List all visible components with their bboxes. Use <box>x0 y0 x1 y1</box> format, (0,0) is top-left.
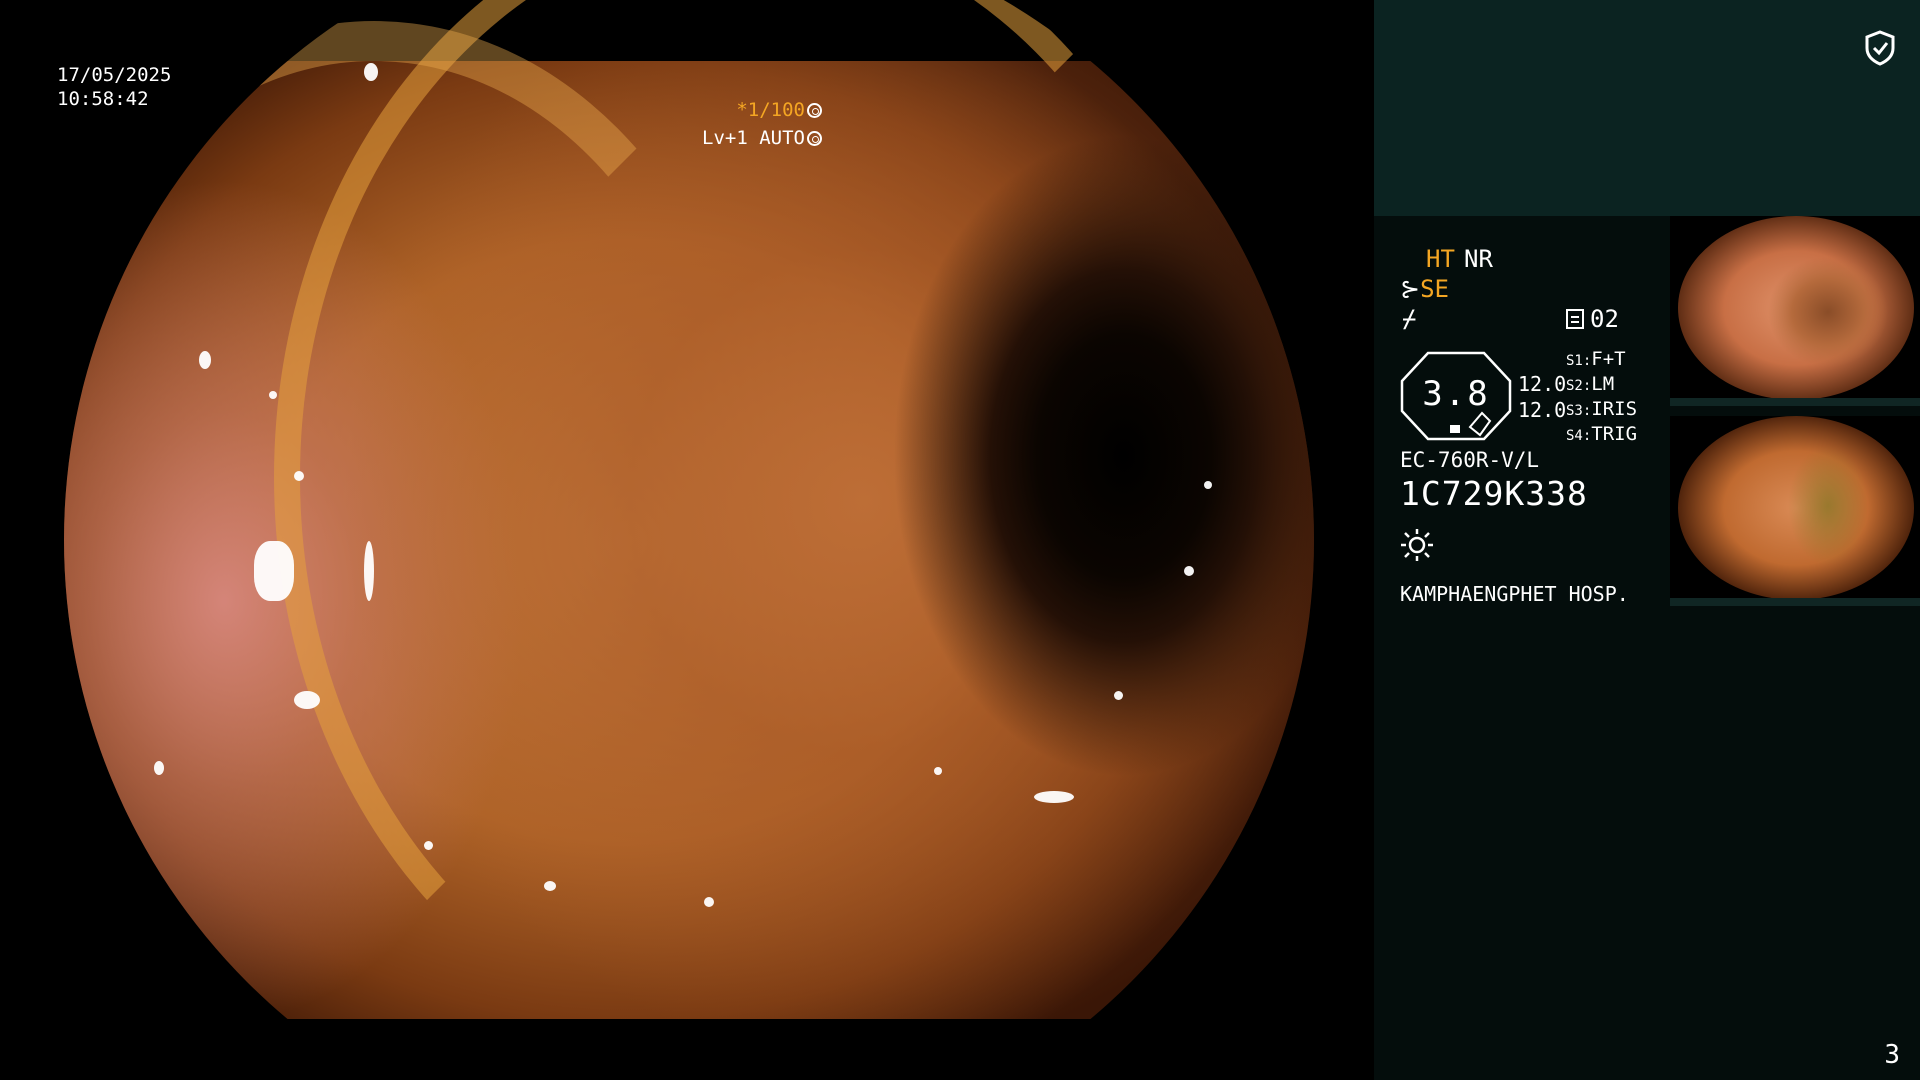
page-number: 3 <box>1884 1040 1900 1070</box>
brightness-icon <box>1401 529 1433 561</box>
switch-label: F+T <box>1591 348 1626 370</box>
capture-thumbnail[interactable] <box>1670 216 1920 406</box>
switch-id: S4 <box>1566 428 1583 444</box>
light-level-readout: Lv+1 AUTO <box>702 126 822 150</box>
reflection <box>199 351 211 369</box>
zoom-value: 3.8 <box>1422 374 1490 414</box>
info-panel: HT NR ⊱SE ⌿ 02 3.8 12.0 12.0 S1:F+T S2:L… <box>1374 0 1920 1080</box>
switch-1: S1:F+T <box>1566 348 1626 370</box>
mucosa-fold <box>64 21 764 1001</box>
reflection <box>1114 691 1123 700</box>
light-level-text: Lv+1 AUTO <box>702 127 805 149</box>
shutter-readout: *1/100 <box>736 98 822 122</box>
reflection <box>934 767 942 775</box>
shutter-value: 1/100 <box>747 99 805 121</box>
switch-id: S1 <box>1566 353 1583 369</box>
switch-label: IRIS <box>1591 398 1638 420</box>
reflection <box>1204 481 1212 489</box>
reflection <box>154 761 164 775</box>
mode-nr-label: NR <box>1464 245 1493 273</box>
switch-3: S3:IRIS <box>1566 398 1638 420</box>
thumbnail-caption-bar <box>1670 598 1920 606</box>
mode-ht-label: HT <box>1426 245 1455 273</box>
gear-icon <box>807 131 822 146</box>
thumbnail-image <box>1678 416 1914 600</box>
scope-icon: ⊱ <box>1400 275 1421 303</box>
time-readout: 10:58:42 <box>57 88 149 110</box>
endoscopy-screen: 17/05/2025 10:58:42 *1/100 Lv+1 AUTO HT … <box>0 0 1920 1080</box>
switch-4: S4:TRIG <box>1566 423 1638 445</box>
reflection <box>269 391 277 399</box>
reflection <box>294 471 304 481</box>
reflection <box>544 881 556 891</box>
thumbnail-caption-bar <box>1670 398 1920 406</box>
switch-id: S2 <box>1566 378 1583 394</box>
switch-2: S2:LM <box>1566 373 1615 395</box>
panel-header <box>1374 0 1920 216</box>
scope-serial: 1C729K338 <box>1400 474 1588 513</box>
scope-model: EC-760R-V/L <box>1400 448 1540 472</box>
switch-id: S3 <box>1566 403 1583 419</box>
reflection <box>254 541 294 601</box>
reflection <box>364 63 378 81</box>
endoscope-live-view: 17/05/2025 10:58:42 *1/100 Lv+1 AUTO <box>0 0 1374 1080</box>
reflection <box>294 691 320 709</box>
slot-row: 02 <box>1566 305 1619 333</box>
endoscope-image <box>64 0 1314 1053</box>
document-icon <box>1566 309 1584 329</box>
aperture-icon <box>807 103 822 118</box>
reflection <box>424 841 433 850</box>
reflection <box>1184 566 1194 576</box>
switch-label: TRIG <box>1591 423 1638 445</box>
hospital-name: KAMPHAENGPHET HOSP. <box>1400 582 1629 606</box>
value-a: 12.0 <box>1518 372 1567 396</box>
freeze-icon: ⌿ <box>1402 305 1417 333</box>
switch-label: LM <box>1591 373 1615 395</box>
value-b: 12.0 <box>1518 398 1567 422</box>
se-label: SE <box>1420 275 1450 303</box>
slot-label: 02 <box>1590 305 1619 333</box>
date-readout: 17/05/2025 <box>57 64 172 86</box>
reflection <box>364 541 374 601</box>
reflection <box>704 897 714 907</box>
shutter-prefix: * <box>736 99 748 121</box>
reflection <box>1034 791 1074 803</box>
capture-thumbnail[interactable] <box>1670 416 1920 606</box>
se-row: ⊱SE <box>1400 275 1449 303</box>
thumbnail-image <box>1678 216 1914 400</box>
shield-check-icon <box>1865 30 1895 66</box>
